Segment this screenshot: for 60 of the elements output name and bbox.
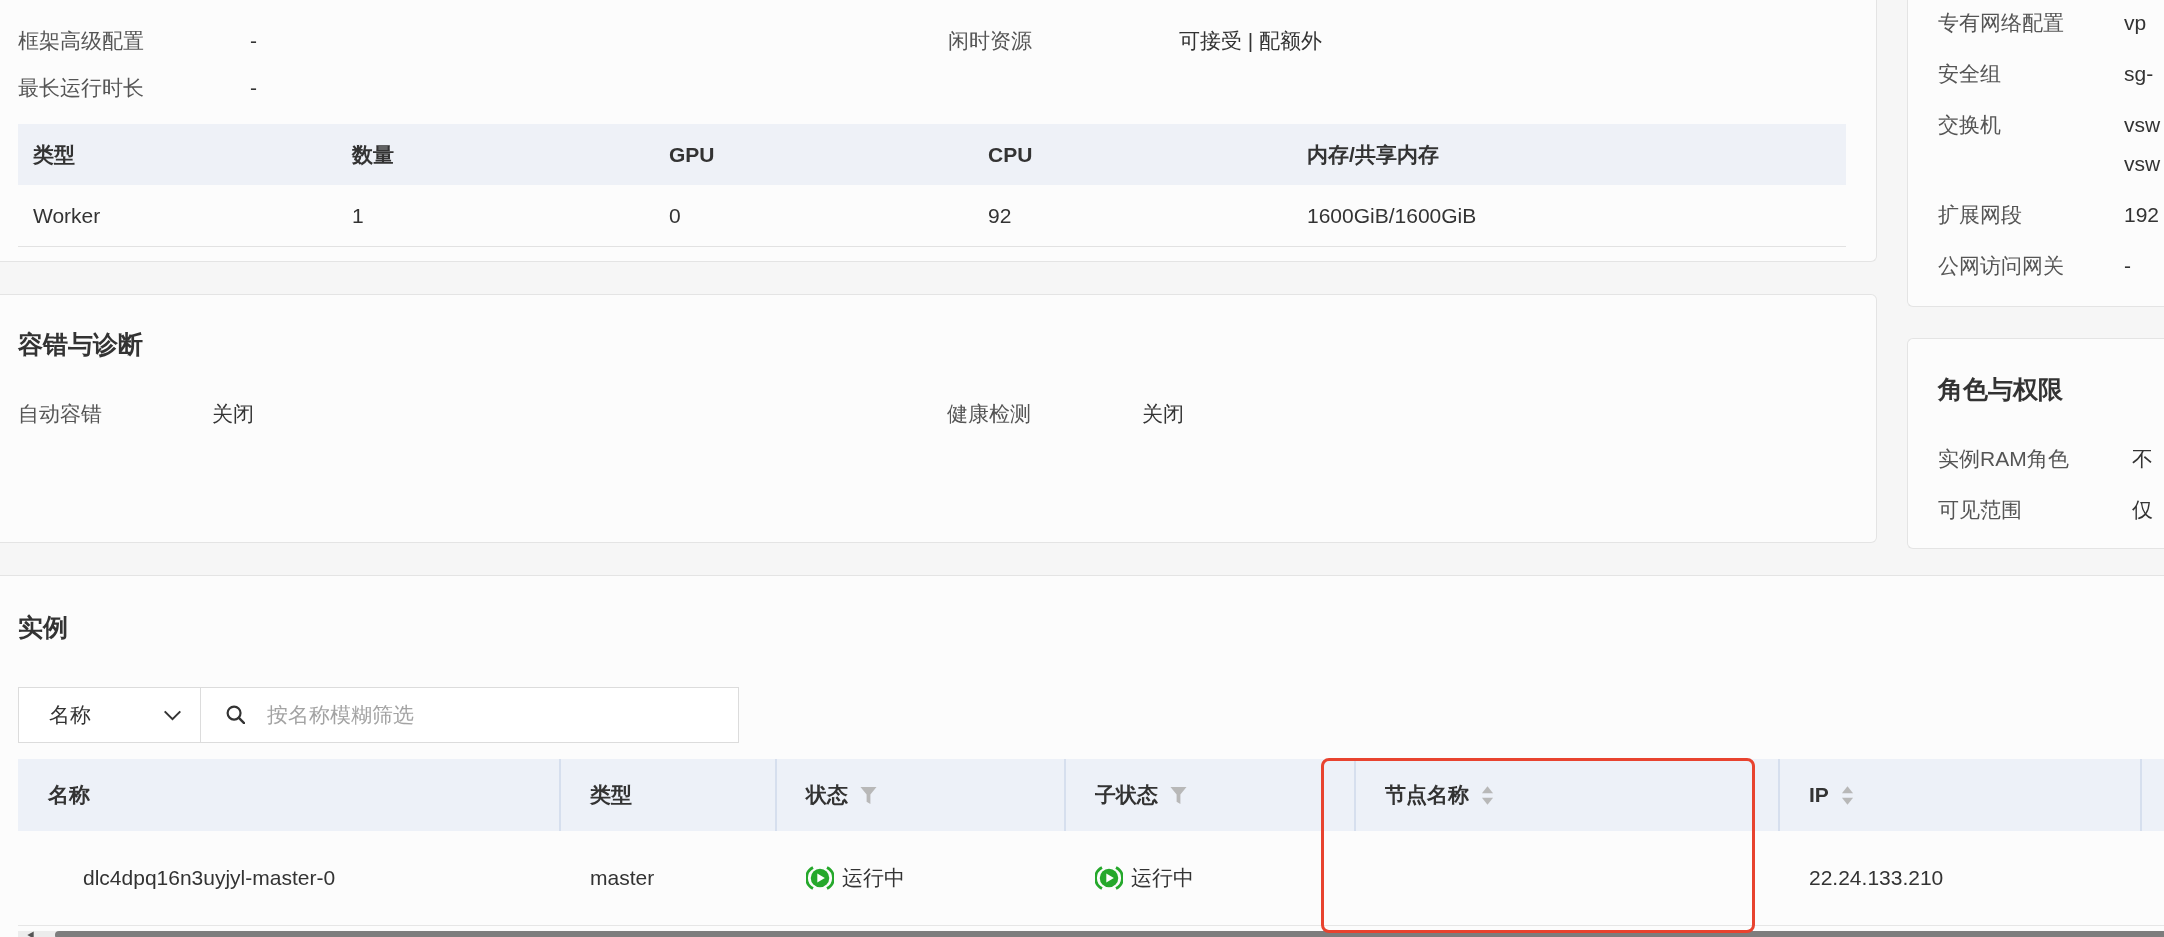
info-value: - (250, 27, 258, 54)
sort-icon[interactable] (1840, 784, 1854, 806)
search-field[interactable]: 按名称模糊筛选 (201, 687, 739, 743)
column-header: 状态 (806, 782, 848, 808)
info-label: 闲时资源 (948, 27, 1033, 54)
table-cell: 0 (669, 203, 681, 228)
info-label: 健康检测 (947, 400, 1032, 427)
info-label: 最长运行时长 (18, 74, 145, 101)
info-value: 仅 (2132, 497, 2154, 523)
info-value: 192 (2124, 202, 2160, 228)
info-label: 实例RAM角色 (1938, 446, 2070, 472)
column-header: 数量 (352, 141, 394, 168)
info-label: 交换机 (1938, 112, 2002, 138)
info-value: vsw (2124, 112, 2161, 138)
info-label: 公网访问网关 (1938, 253, 2065, 279)
info-label: 专有网络配置 (1938, 10, 2065, 36)
scroll-left-arrow-icon[interactable] (26, 931, 35, 937)
column-header: 类型 (33, 141, 75, 168)
column-header: 内存/共享内存 (1307, 141, 1439, 168)
column-header: CPU (988, 142, 1033, 167)
search-icon (226, 705, 245, 724)
field-dropdown[interactable]: 名称 (18, 687, 201, 743)
table-cell: master (590, 866, 655, 890)
play-circle-icon (1095, 864, 1123, 892)
info-value: 关闭 (1142, 400, 1185, 427)
filter-icon[interactable] (1170, 785, 1187, 805)
info-label: 自动容错 (18, 400, 103, 427)
table-cell: 22.24.133.210 (1809, 866, 1944, 890)
column-header: IP (1809, 783, 1829, 807)
table-cell: 1600GiB/1600GiB (1307, 203, 1477, 228)
info-value: - (2124, 253, 2131, 279)
section-title: 实例 (18, 612, 68, 643)
info-value: vsw (2124, 151, 2161, 177)
status-text: 运行中 (1131, 865, 1194, 891)
info-value: - (250, 74, 258, 101)
table-cell: Worker (33, 203, 101, 228)
info-value: 不 (2132, 446, 2154, 472)
info-label: 可见范围 (1938, 497, 2023, 523)
status-text: 运行中 (842, 865, 905, 891)
column-header: GPU (669, 142, 715, 167)
info-value: 可接受 | 配额外 (1179, 27, 1324, 54)
table-cell: 1 (352, 203, 364, 228)
filter-icon[interactable] (860, 785, 877, 805)
chevron-down-icon (163, 709, 182, 721)
section-title: 容错与诊断 (18, 329, 143, 360)
table-cell: dlc4dpq16n3uyjyl-master-0 (83, 866, 336, 890)
info-label: 扩展网段 (1938, 202, 2023, 228)
sort-icon[interactable] (1481, 784, 1494, 806)
column-header: 名称 (48, 782, 90, 808)
column-header: 节点名称 (1385, 782, 1469, 808)
info-label: 安全组 (1938, 61, 2002, 87)
info-label: 框架高级配置 (18, 27, 145, 54)
table-cell: 92 (988, 203, 1012, 228)
info-value: 关闭 (212, 400, 255, 427)
column-header: 类型 (590, 782, 632, 808)
section-title: 角色与权限 (1938, 374, 2063, 405)
play-circle-icon (806, 864, 834, 892)
column-header: 子状态 (1095, 782, 1158, 808)
info-value: vp (2124, 10, 2147, 36)
info-value: sg- (2124, 61, 2154, 87)
